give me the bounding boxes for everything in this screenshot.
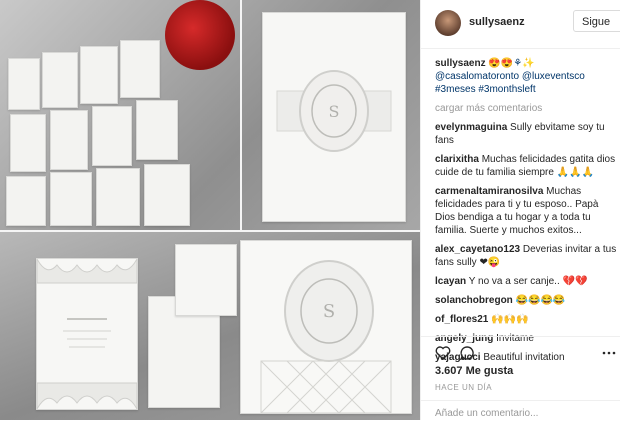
lace-invitation-open: [36, 257, 138, 411]
avatar[interactable]: [435, 10, 461, 36]
svg-text:S: S: [329, 102, 340, 121]
invitation-card: [120, 40, 160, 98]
add-comment-input[interactable]: Añade un comentario...: [435, 408, 538, 419]
comment-item: carmenaltamiranosilva Muchas felicidades…: [435, 185, 619, 237]
invitation-card: [50, 110, 88, 170]
invitation-card: [136, 100, 178, 160]
comments-list: sullysaenz 😍😍⚘✨ @casalomatoronto @luxeve…: [435, 57, 619, 370]
action-bar: [421, 336, 620, 367]
comment-username[interactable]: lcayan: [435, 276, 466, 287]
post-image[interactable]: S S: [0, 0, 420, 420]
invitation-card: [8, 58, 40, 110]
comment-item: alex_cayetano123 Deverias invitar a tus …: [435, 243, 619, 269]
heart-icon[interactable]: [435, 345, 451, 361]
invitation-card: [144, 164, 190, 226]
lace-border-icon: [36, 257, 138, 411]
post-sidebar: sullysaenz Sigue sullysaenz 😍😍⚘✨ @casalo…: [420, 0, 620, 420]
caption-username[interactable]: sullysaenz: [435, 58, 486, 69]
comment-text: Y no va a ser canje.. 💔💔: [468, 276, 588, 287]
post-timestamp: HACE UN DÍA: [435, 383, 493, 392]
comment-text: 😂😂😂😂: [515, 295, 566, 306]
comment-icon[interactable]: [459, 345, 475, 361]
invitation-card: [80, 46, 118, 104]
lattice-invitation: S: [240, 240, 412, 414]
comment-username[interactable]: clarixitha: [435, 154, 479, 165]
load-more-comments[interactable]: cargar más comentarios: [435, 102, 619, 115]
lattice-pattern-icon: S: [260, 260, 392, 414]
post-header: sullysaenz Sigue: [421, 0, 620, 49]
comment-item: of_flores21 🙌🙌🙌: [435, 313, 619, 326]
photo-divider-vertical: [240, 0, 242, 230]
invitation-card: [42, 52, 78, 108]
follow-button[interactable]: Sigue: [573, 10, 620, 32]
invitation-card: [96, 168, 140, 226]
comment-text: 🙌🙌🙌: [491, 314, 529, 325]
lace-medallion-icon: S: [276, 70, 392, 152]
comment-item: solanchobregon 😂😂😂😂: [435, 294, 619, 307]
comment-username[interactable]: carmenaltamiranosilva: [435, 186, 543, 197]
caption: sullysaenz 😍😍⚘✨ @casalomatoronto @luxeve…: [435, 57, 619, 96]
comment-item: evelynmaguina Sully ebvitame soy tu fans: [435, 121, 619, 147]
comment-username[interactable]: of_flores21: [435, 314, 488, 325]
roses-decoration: [165, 0, 235, 70]
invitation-card: [50, 172, 92, 226]
lace-invitation-closeup: S: [262, 12, 406, 222]
comment-username[interactable]: evelynmaguina: [435, 122, 507, 133]
comment-item: clarixitha Muchas felicidades gatita dio…: [435, 153, 619, 179]
comment-username[interactable]: solanchobregon: [435, 295, 513, 306]
invitation-insert: [175, 244, 237, 316]
comment-item: lcayan Y no va a ser canje.. 💔💔: [435, 275, 619, 288]
invitation-card: [10, 114, 46, 172]
invitation-card: [6, 176, 46, 226]
like-count[interactable]: 3.607 Me gusta: [435, 365, 513, 377]
header-username[interactable]: sullysaenz: [469, 16, 525, 28]
invitation-card: [92, 106, 132, 166]
svg-text:S: S: [323, 301, 335, 322]
comment-username[interactable]: alex_cayetano123: [435, 244, 520, 255]
ellipsis-icon[interactable]: [601, 345, 617, 361]
